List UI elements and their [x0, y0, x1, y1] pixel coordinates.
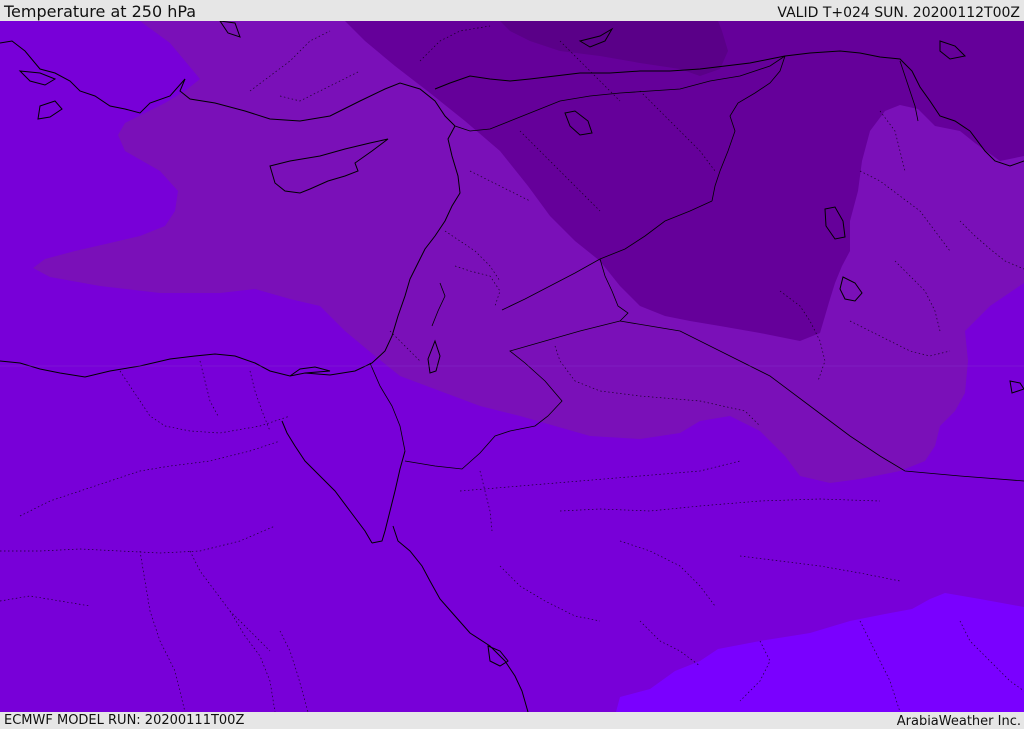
footer-bar: ECMWF MODEL RUN: 20200111T00Z ArabiaWeat… — [0, 712, 1024, 729]
temperature-map[interactable] — [0, 21, 1024, 712]
header-bar: Temperature at 250 hPa VALID T+024 SUN. … — [0, 0, 1024, 21]
map-viewer: Temperature at 250 hPa VALID T+024 SUN. … — [0, 0, 1024, 729]
valid-time: VALID T+024 SUN. 20200112T00Z — [777, 5, 1020, 21]
credit-text: ArabiaWeather Inc. — [896, 714, 1021, 729]
model-run: ECMWF MODEL RUN: 20200111T00Z — [4, 713, 245, 728]
map-canvas — [0, 21, 1024, 712]
map-title: Temperature at 250 hPa — [4, 2, 197, 21]
